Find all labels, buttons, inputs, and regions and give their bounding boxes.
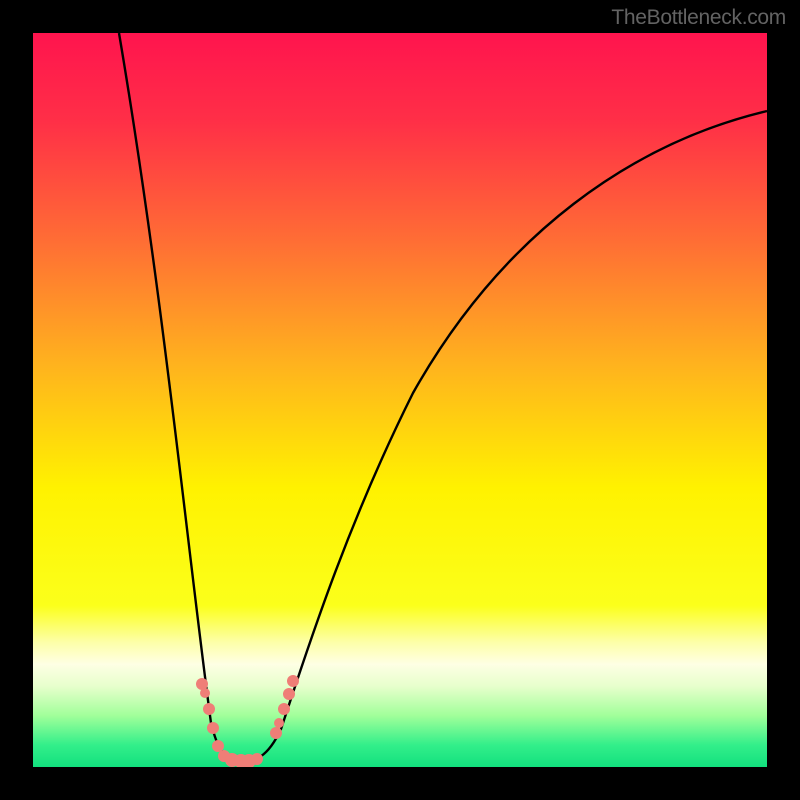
data-marker	[283, 688, 295, 700]
watermark-text: TheBottleneck.com	[611, 6, 786, 30]
plot-area	[33, 33, 767, 767]
data-marker	[278, 703, 290, 715]
data-marker	[287, 675, 299, 687]
data-marker	[207, 722, 219, 734]
data-marker	[251, 753, 263, 765]
data-marker	[274, 718, 284, 728]
data-marker	[200, 688, 210, 698]
bottleneck-curve	[119, 33, 767, 761]
chart-frame: TheBottleneck.com	[0, 0, 800, 800]
curve-layer	[33, 33, 767, 767]
data-marker	[203, 703, 215, 715]
data-marker	[212, 740, 224, 752]
data-marker	[270, 727, 282, 739]
